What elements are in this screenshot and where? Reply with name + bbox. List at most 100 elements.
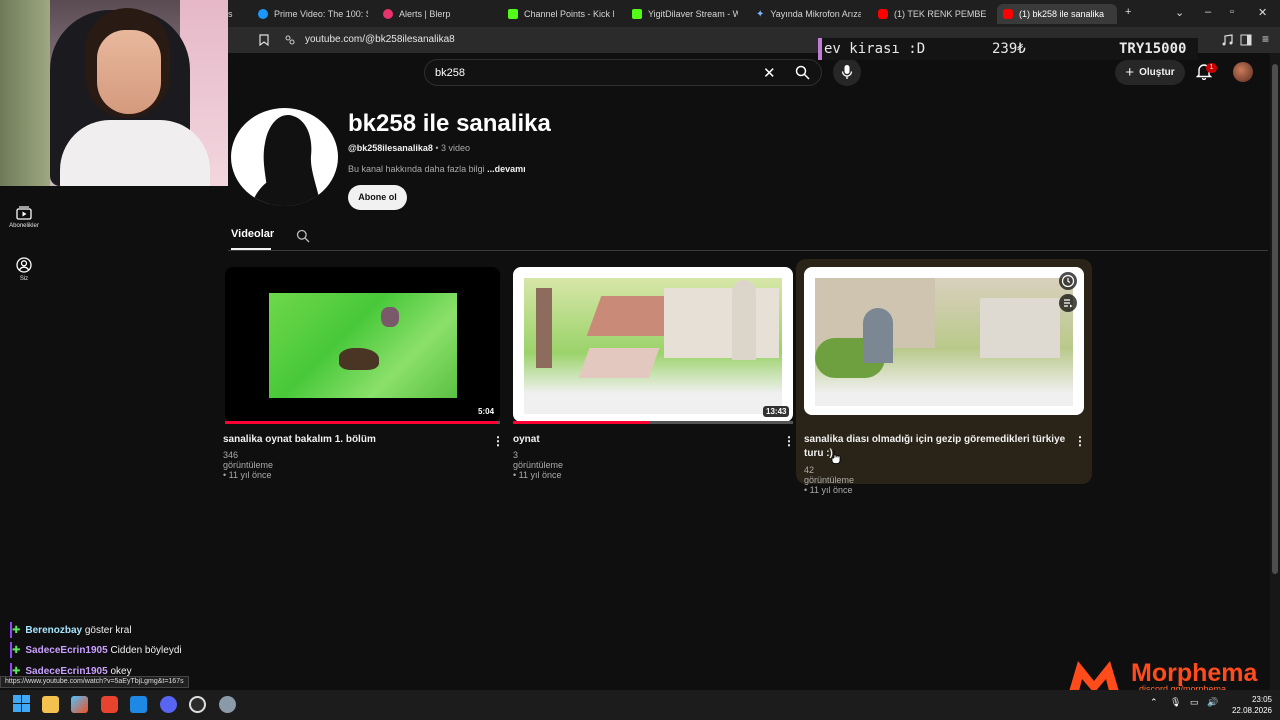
tab-label: Channel Points - Kick Das bbox=[524, 9, 614, 19]
bookmark-icon[interactable] bbox=[259, 34, 269, 46]
subscribe-button[interactable]: Abone ol bbox=[348, 185, 407, 210]
video-duration: 5:04 bbox=[475, 406, 498, 417]
thumbnail-wall bbox=[664, 288, 779, 358]
tab-label: (1) bk258 ile sanalika bbox=[1019, 9, 1105, 19]
channel-avatar-silhouette bbox=[251, 115, 323, 206]
tab-bk258-active[interactable]: (1) bk258 ile sanalika✕ bbox=[997, 4, 1117, 24]
tab-tek-renk-pembe[interactable]: (1) TEK RENK PEMBE● bbox=[878, 4, 986, 24]
chat-username: Berenozbay bbox=[25, 625, 83, 636]
tab-kick-stream[interactable]: YigitDilaver Stream - Wat bbox=[632, 4, 738, 24]
video-title[interactable]: oynat bbox=[513, 433, 540, 447]
video-menu-icon[interactable]: ⋮ bbox=[1074, 434, 1086, 448]
url-field[interactable]: youtube.com/@bk258ilesanalika8 bbox=[305, 34, 455, 45]
store-icon[interactable] bbox=[71, 696, 88, 713]
close-window-icon[interactable]: ✕ bbox=[1258, 6, 1267, 19]
video-thumbnail-1[interactable]: 5:04 bbox=[225, 267, 500, 422]
maximize-icon[interactable]: ▫ bbox=[1230, 6, 1234, 18]
thumbnail-figure bbox=[381, 307, 399, 327]
channel-search-icon[interactable] bbox=[296, 229, 310, 243]
channel-description[interactable]: Bu kanal hakkında daha fazla bilgi ...de… bbox=[348, 164, 526, 174]
tab-blerp[interactable]: Alerts | Blerp bbox=[383, 4, 493, 24]
video-meta: 346 görüntüleme • 11 yıl önce bbox=[223, 450, 274, 480]
settings-gear-icon[interactable] bbox=[219, 696, 236, 713]
tab-mikrofon[interactable]: ✦ Yayında Mikrofon Arızası bbox=[756, 4, 861, 24]
watch-progress-fill bbox=[225, 421, 498, 424]
search-box[interactable]: bk258 ✕ bbox=[424, 59, 822, 86]
chat-badge-icon: ✚ bbox=[12, 625, 21, 636]
search-input[interactable]: bk258 bbox=[435, 67, 465, 79]
video-duration: 13:43 bbox=[763, 406, 790, 417]
video-menu-icon[interactable]: ⋮ bbox=[783, 434, 795, 448]
account-avatar[interactable] bbox=[1233, 62, 1253, 82]
tray-volume-icon[interactable]: 🔊 bbox=[1207, 697, 1218, 708]
video-menu-icon[interactable]: ⋮ bbox=[492, 434, 504, 448]
watch-progress-fill bbox=[513, 421, 651, 424]
video-title[interactable]: sanalika oynat bakalım 1. bölüm bbox=[223, 433, 483, 447]
tab-list-chevron-icon[interactable]: ⌄ bbox=[1175, 6, 1184, 19]
microphone-icon bbox=[841, 65, 853, 79]
channel-meta: @bk258ilesanalika8 • 3 video bbox=[348, 143, 470, 153]
tab-videos[interactable]: Videolar bbox=[231, 228, 274, 240]
thumbnail-ruins bbox=[980, 298, 1060, 358]
site-info-icon[interactable] bbox=[285, 35, 295, 45]
blerp-icon bbox=[383, 9, 393, 19]
donation-goal: TRY15000 bbox=[1119, 41, 1187, 57]
video-title-line1: sanalika diası olmadığı için gezip görem… bbox=[804, 434, 1066, 445]
watch-later-button[interactable] bbox=[1059, 272, 1077, 290]
tab-label: Yayında Mikrofon Arızası bbox=[770, 9, 861, 19]
voice-search-button[interactable] bbox=[833, 58, 861, 86]
taskbar-clock[interactable]: 23:05 22.08.2026 bbox=[1228, 694, 1272, 716]
create-button[interactable]: + Oluştur bbox=[1115, 60, 1185, 85]
video-meta: 42 görüntüleme • 11 yıl önce bbox=[804, 465, 855, 495]
mail-icon[interactable] bbox=[130, 696, 147, 713]
new-tab-button[interactable]: + bbox=[1125, 6, 1131, 18]
webcam-overlay bbox=[0, 0, 228, 186]
tray-network-icon[interactable]: ▭ bbox=[1190, 697, 1199, 708]
tray-chevron-icon[interactable]: ⌃ bbox=[1150, 697, 1158, 708]
create-label: Oluştur bbox=[1139, 67, 1175, 78]
kick-icon bbox=[632, 9, 642, 19]
sidebar-toggle-icon[interactable] bbox=[1240, 34, 1252, 46]
tab-kick-channel-points[interactable]: Channel Points - Kick Das bbox=[508, 4, 614, 24]
chat-badge-icon: ✚ bbox=[12, 645, 21, 656]
tab-0[interactable]: s bbox=[228, 4, 233, 24]
chat-message: göster kral bbox=[82, 625, 132, 636]
discord-icon[interactable] bbox=[160, 696, 177, 713]
windows-start-icon[interactable] bbox=[13, 695, 30, 712]
brave-browser-icon[interactable] bbox=[101, 696, 118, 713]
thumbnail-image bbox=[524, 278, 782, 414]
search-button[interactable] bbox=[784, 59, 822, 86]
clear-search-icon[interactable]: ✕ bbox=[763, 64, 776, 82]
clock-date: 22.08.2026 bbox=[1231, 706, 1272, 715]
tray-mic-icon[interactable]: 🎙 bbox=[1170, 697, 1181, 708]
chat-line: ✚ Berenozbay göster kral bbox=[12, 625, 132, 636]
status-bar-url: https://www.youtube.com/watch?v=5aEyTbjL… bbox=[0, 676, 189, 688]
minimize-icon[interactable]: – bbox=[1205, 6, 1211, 18]
prime-video-icon bbox=[258, 9, 268, 19]
sidebar-item-label: Abonelikler bbox=[9, 223, 39, 229]
video-thumbnail-2[interactable]: 13:43 bbox=[513, 267, 793, 422]
thumbnail-goat bbox=[339, 348, 379, 370]
video-thumbnail-3[interactable] bbox=[804, 267, 1084, 415]
add-to-queue-button[interactable] bbox=[1059, 294, 1077, 312]
sidebar-item-you[interactable]: Siz bbox=[0, 257, 48, 282]
channel-more-link[interactable]: ...devamı bbox=[487, 164, 526, 174]
video-meta: 3 görüntüleme • 11 yıl önce bbox=[513, 450, 564, 480]
scrollbar-thumb[interactable] bbox=[1272, 64, 1278, 574]
webcam-shelf bbox=[0, 0, 50, 186]
tabs-divider bbox=[228, 250, 1268, 251]
chat-username: SadeceEcrin1905 bbox=[25, 645, 108, 656]
sidebar-item-subscriptions[interactable]: Abonelikler bbox=[0, 206, 48, 229]
obs-icon[interactable] bbox=[189, 696, 206, 713]
file-explorer-icon[interactable] bbox=[42, 696, 59, 713]
thumbnail-column bbox=[536, 288, 552, 368]
sidebar-item-label: Siz bbox=[19, 276, 29, 282]
channel-name: bk258 ile sanalika bbox=[348, 110, 551, 137]
chat-message: Cidden böyleydi bbox=[107, 645, 182, 656]
search-icon bbox=[795, 65, 810, 80]
music-icon[interactable] bbox=[1221, 34, 1233, 46]
channel-avatar[interactable] bbox=[231, 108, 338, 206]
tab-prime-video[interactable]: Prime Video: The 100: Se bbox=[258, 4, 368, 24]
menu-icon[interactable]: ≡ bbox=[1262, 32, 1269, 46]
video-title[interactable]: sanalika diası olmadığı için gezip görem… bbox=[804, 433, 1072, 461]
